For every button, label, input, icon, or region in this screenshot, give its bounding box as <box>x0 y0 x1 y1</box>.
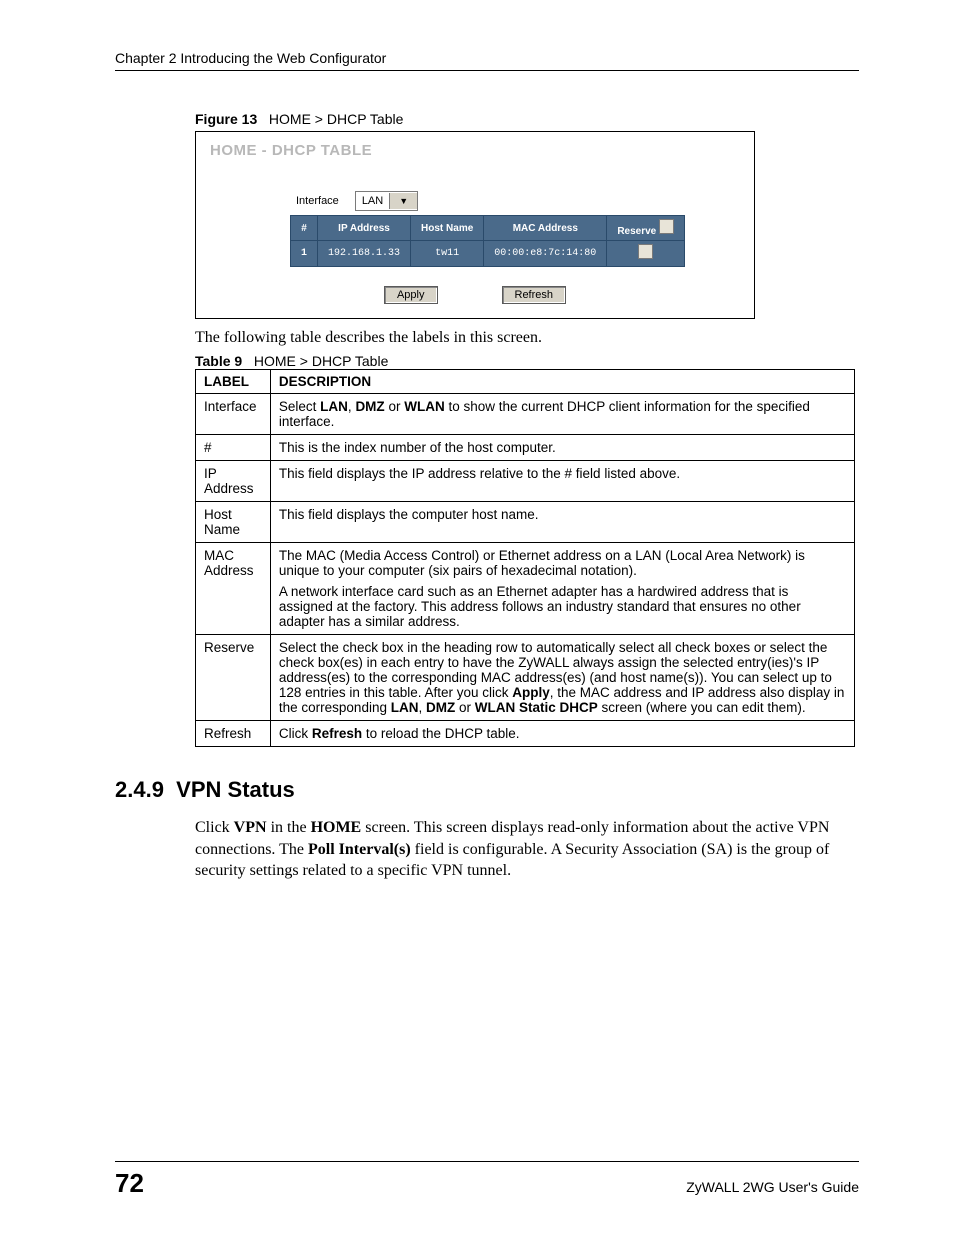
refresh-button[interactable]: Refresh <box>502 286 567 304</box>
row-label: Host Name <box>196 502 271 543</box>
dropdown-arrow-icon: ▼ <box>389 193 417 209</box>
apply-button[interactable]: Apply <box>384 286 438 304</box>
row-desc: This is the index number of the host com… <box>270 435 854 461</box>
cell-mac: 00:00:e8:7c:14:80 <box>484 241 607 267</box>
table-title: HOME > DHCP Table <box>254 353 388 369</box>
row-label: MAC Address <box>196 543 271 635</box>
page-number: 72 <box>115 1168 144 1199</box>
row-desc: Select the check box in the heading row … <box>270 635 854 721</box>
figure-caption: Figure 13 HOME > DHCP Table <box>195 111 859 127</box>
dhcp-table: # IP Address Host Name MAC Address Reser… <box>290 215 685 267</box>
cell-ip: 192.168.1.33 <box>318 241 411 267</box>
cell-reserve <box>607 241 685 267</box>
table-caption: Table 9 HOME > DHCP Table <box>195 353 859 369</box>
guide-title: ZyWALL 2WG User's Guide <box>686 1179 859 1195</box>
row-desc: Click Refresh to reload the DHCP table. <box>270 721 854 747</box>
interface-value: LAN <box>356 195 389 207</box>
row-label: # <box>196 435 271 461</box>
screenshot-title: HOME - DHCP TABLE <box>210 142 740 159</box>
th-desc: DESCRIPTION <box>270 370 854 394</box>
col-reserve: Reserve <box>607 216 685 241</box>
table-header-row: # IP Address Host Name MAC Address Reser… <box>291 216 685 241</box>
interface-label: Interface <box>296 195 339 207</box>
chapter-header: Chapter 2 Introducing the Web Configurat… <box>115 50 859 71</box>
col-host: Host Name <box>411 216 484 241</box>
reserve-all-checkbox[interactable] <box>659 219 674 234</box>
intro-text: The following table describes the labels… <box>195 329 859 347</box>
reserve-row-checkbox[interactable] <box>638 244 653 259</box>
col-mac: MAC Address <box>484 216 607 241</box>
section-heading: 2.4.9 VPN Status <box>115 777 859 803</box>
row-desc: This field displays the IP address relat… <box>270 461 854 502</box>
figure-label: Figure 13 <box>195 111 257 127</box>
description-table: LABEL DESCRIPTION Interface Select LAN, … <box>195 369 855 747</box>
cell-host: tw11 <box>411 241 484 267</box>
section-body: Click VPN in the HOME screen. This scree… <box>195 817 859 882</box>
page-footer: 72 ZyWALL 2WG User's Guide <box>115 1161 859 1199</box>
section-title: VPN Status <box>176 777 295 802</box>
cell-num: 1 <box>291 241 318 267</box>
table-label: Table 9 <box>195 353 242 369</box>
col-ip: IP Address <box>318 216 411 241</box>
row-desc: The MAC (Media Access Control) or Ethern… <box>270 543 854 635</box>
th-label: LABEL <box>196 370 271 394</box>
interface-select[interactable]: LAN ▼ <box>355 191 418 211</box>
table-row: 1 192.168.1.33 tw11 00:00:e8:7c:14:80 <box>291 241 685 267</box>
row-desc: This field displays the computer host na… <box>270 502 854 543</box>
row-label: Refresh <box>196 721 271 747</box>
col-num: # <box>291 216 318 241</box>
screenshot-panel: HOME - DHCP TABLE Interface LAN ▼ # IP A… <box>195 131 755 319</box>
row-desc: Select LAN, DMZ or WLAN to show the curr… <box>270 394 854 435</box>
row-label: Interface <box>196 394 271 435</box>
section-number: 2.4.9 <box>115 777 164 802</box>
figure-title: HOME > DHCP Table <box>269 111 403 127</box>
row-label: IP Address <box>196 461 271 502</box>
row-label: Reserve <box>196 635 271 721</box>
